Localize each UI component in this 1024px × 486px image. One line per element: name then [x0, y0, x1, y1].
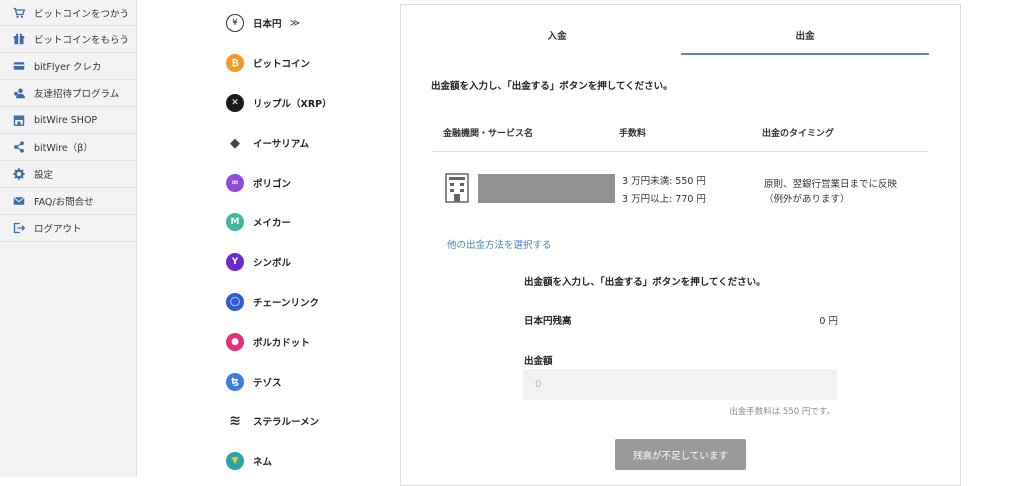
currency-label: ポリゴン	[253, 179, 292, 190]
currency-label: 日本円	[253, 19, 282, 30]
fee-under-30000: 3 万円未満: 550 円	[622, 176, 706, 187]
timing-text: 原則、翌銀行営業日までに反映	[764, 179, 898, 190]
currency-label: メイカー	[253, 218, 292, 229]
sidebar-item-bitwire-beta[interactable]: bitWire（β）	[0, 134, 136, 161]
currency-polkadot[interactable]: ● ポルカドット	[226, 330, 310, 354]
currency-stellar[interactable]: ≋ ステラルーメン	[226, 409, 319, 433]
invite-friends-icon	[12, 86, 26, 100]
share-icon	[12, 140, 26, 154]
sidebar-item-label: ビットコインをもらう	[34, 35, 130, 46]
currency-xrp[interactable]: ✕ リップル（XRP）	[226, 91, 332, 115]
withdraw-submit-button[interactable]: 残高が不足しています	[615, 439, 746, 470]
bank-building-icon	[445, 173, 469, 203]
currency-symbol[interactable]: Y シンボル	[226, 250, 291, 274]
tab-deposit[interactable]: 入金	[433, 27, 681, 53]
symbol-icon: Y	[226, 253, 244, 271]
mail-icon	[12, 194, 26, 208]
logout-icon	[12, 221, 26, 235]
currency-ethereum[interactable]: ◆ イーサリアム	[226, 131, 309, 155]
sidebar-item-bitwire-shop[interactable]: bitWire SHOP	[0, 107, 136, 134]
sidebar-item-label: bitFlyer クレカ	[34, 62, 102, 73]
deposit-withdraw-tabs: 入金 出金	[433, 27, 929, 55]
sidebar: ビットコインをつかう ビットコインをもらう bitFlyer クレカ 友達招待プ…	[0, 0, 137, 477]
withdraw-amount-label: 出金額	[524, 356, 553, 367]
sidebar-item-credit-card[interactable]: bitFlyer クレカ	[0, 53, 136, 80]
sidebar-item-settings[interactable]: 設定	[0, 161, 136, 188]
sidebar-item-invite-friends[interactable]: 友達招待プログラム	[0, 80, 136, 107]
currency-label: イーサリアム	[253, 139, 310, 150]
bitcoin-icon: ₿	[226, 54, 244, 72]
chainlink-icon: ◯	[226, 293, 244, 311]
sidebar-item-use-bitcoin[interactable]: ビットコインをつかう	[0, 0, 136, 26]
withdraw-fee-note: 出金手数料は 550 円です。	[729, 407, 835, 417]
shop-icon	[12, 113, 26, 127]
nem-icon: ▼	[226, 452, 244, 470]
header-bank-name: 金融機関・サービス名	[443, 129, 534, 139]
sidebar-item-faq[interactable]: FAQ/お問合せ	[0, 188, 136, 215]
sidebar-item-label: 設定	[34, 170, 54, 181]
tab-withdraw[interactable]: 出金	[681, 27, 929, 55]
currency-tezos[interactable]: ꜩ テゾス	[226, 370, 282, 394]
jpy-balance-label: 日本円残高	[524, 316, 572, 327]
form-instructions: 出金額を入力し、「出金する」ボタンを押してください。	[524, 277, 766, 288]
credit-card-icon	[12, 59, 26, 73]
currency-polygon[interactable]: ∞ ポリゴン	[226, 171, 291, 195]
stellar-icon: ≋	[229, 413, 241, 429]
currency-bitcoin[interactable]: ₿ ビットコイン	[226, 51, 310, 75]
sidebar-item-logout[interactable]: ログアウト	[0, 215, 136, 242]
timing-exception-note: （例外があります）	[764, 194, 850, 205]
sidebar-item-label: bitWire SHOP	[34, 114, 98, 126]
currency-label: チェーンリンク	[253, 298, 320, 309]
polkadot-icon: ●	[226, 333, 244, 351]
currency-label: ポルカドット	[253, 338, 310, 349]
redacted-bank-account	[478, 174, 615, 203]
currency-label: ネム	[253, 457, 273, 468]
header-fee: 手数料	[619, 129, 647, 139]
sidebar-item-label: ログアウト	[34, 224, 82, 235]
withdraw-amount-input[interactable]	[523, 369, 837, 400]
other-withdraw-method-link[interactable]: 他の出金方法を選択する	[447, 237, 552, 251]
double-chevron-right-icon: ≫	[289, 17, 300, 29]
currency-label: リップル（XRP）	[253, 99, 332, 110]
header-timing: 出金のタイミング	[762, 129, 835, 139]
maker-icon: M	[226, 213, 244, 231]
gift-icon	[12, 32, 26, 46]
sidebar-item-receive-bitcoin[interactable]: ビットコインをもらう	[0, 26, 136, 53]
withdraw-panel: 入金 出金 出金額を入力し、「出金する」ボタンを押してください。 金融機関・サー…	[400, 4, 961, 486]
sidebar-item-label: ビットコインをつかう	[34, 8, 130, 20]
yen-icon: ¥	[226, 14, 244, 32]
table-divider	[432, 151, 928, 152]
page-instructions: 出金額を入力し、「出金する」ボタンを押してください。	[431, 81, 673, 92]
currency-label: ステラルーメン	[253, 417, 320, 428]
fee-over-30000: 3 万円以上: 770 円	[622, 194, 706, 205]
polygon-icon: ∞	[226, 174, 244, 192]
currency-label: シンボル	[253, 258, 292, 269]
sidebar-item-label: FAQ/お問合せ	[34, 197, 94, 208]
currency-jpy[interactable]: ¥ 日本円 ≫	[226, 11, 300, 35]
sidebar-item-label: bitWire（β）	[34, 143, 93, 154]
jpy-balance-value: 0 円	[819, 316, 838, 327]
cart-icon	[12, 6, 26, 20]
currency-nem[interactable]: ▼ ネム	[226, 449, 272, 473]
currency-label: テゾス	[253, 378, 282, 389]
ethereum-icon: ◆	[230, 135, 240, 151]
xrp-icon: ✕	[226, 94, 244, 112]
tezos-icon: ꜩ	[226, 373, 244, 391]
currency-maker[interactable]: M メイカー	[226, 210, 291, 234]
currency-label: ビットコイン	[253, 59, 311, 70]
gear-icon	[12, 167, 26, 181]
currency-chainlink[interactable]: ◯ チェーンリンク	[226, 290, 319, 314]
sidebar-item-label: 友達招待プログラム	[34, 89, 120, 100]
